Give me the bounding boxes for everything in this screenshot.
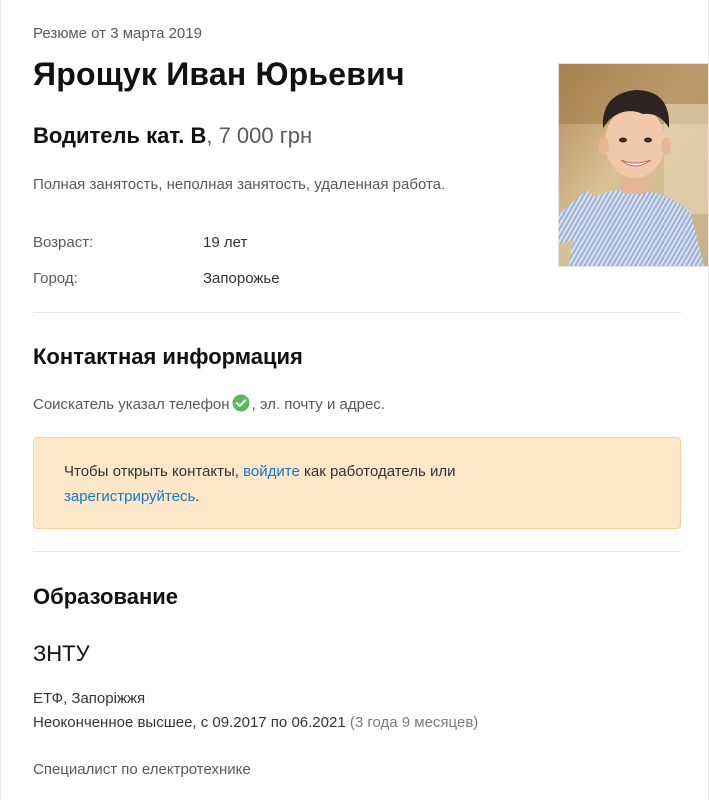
city-label: Город: (33, 270, 78, 287)
education-faculty: ЕТФ, Запоріжжя (33, 690, 146, 707)
age-value: 19 лет (203, 234, 248, 251)
age-row: Возраст: 19 лет (33, 234, 247, 251)
login-link[interactable]: войдите (243, 463, 300, 480)
city-value: Запорожье (203, 270, 280, 287)
position-line: Водитель кат. В, 7 000 грн (33, 123, 312, 149)
notice-text-middle: как работодатель или (299, 463, 456, 480)
education-degree: Неоконченное высшее, с 09.2017 по 06.202… (33, 714, 346, 731)
salary: , 7 000 грн (206, 123, 313, 148)
check-circle-icon (232, 394, 250, 412)
employment-type: Полная занятость, неполная занятость, уд… (33, 176, 446, 193)
contacts-note: Соискатель указал телефон , эл. почту и а… (33, 394, 385, 413)
resume-date: Резюме от 3 марта 2019 (33, 25, 202, 42)
education-institution: ЗНТУ (33, 641, 90, 666)
contacts-note-text: Соискатель указал телефон (33, 396, 230, 413)
contacts-notice: Чтобы открыть контакты, войдите как рабо… (33, 437, 681, 529)
candidate-name: Ярощук Иван Юрьевич (33, 56, 405, 92)
register-link[interactable]: зарегистрируйтесь (64, 488, 195, 505)
education-specialty: Специалист по електротехнике (33, 761, 251, 778)
resume-page: Резюме от 3 марта 2019 Ярощук Иван Юрьев… (0, 0, 709, 800)
position-title: Водитель кат. В (33, 123, 207, 148)
education-heading: Образование (33, 584, 178, 609)
age-label: Возраст: (33, 234, 94, 251)
contacts-note-text-end: , эл. почту и адрес. (251, 396, 385, 413)
city-row: Город: Запорожье (33, 270, 280, 287)
candidate-photo (558, 63, 708, 267)
candidate-photo-image (559, 64, 708, 266)
section-divider (33, 312, 681, 313)
notice-text-end: . (195, 488, 200, 505)
contacts-heading: Контактная информация (33, 344, 303, 369)
section-divider (33, 551, 681, 552)
education-degree-line: Неоконченное высшее, с 09.2017 по 06.202… (33, 714, 478, 731)
notice-text: Чтобы открыть контакты, (64, 463, 244, 480)
education-duration: (3 года 9 месяцев) (349, 714, 479, 731)
